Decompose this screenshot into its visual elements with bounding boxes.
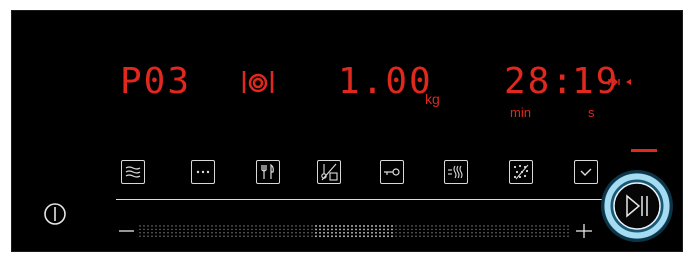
- drops-button[interactable]: [509, 160, 533, 184]
- confirm-button[interactable]: [574, 160, 598, 184]
- steam-waves-icon: [125, 166, 141, 178]
- descaling-icon: [448, 165, 463, 179]
- start-indicator: [631, 149, 657, 152]
- program-display: P03: [120, 61, 192, 102]
- descaling-button[interactable]: [444, 160, 468, 184]
- panel-divider: [116, 199, 606, 200]
- drops-icon: [513, 164, 529, 180]
- end-time-icon: [608, 73, 632, 92]
- slider-dots: [139, 225, 569, 238]
- temperature-weight-icon: [321, 163, 338, 181]
- start-pause-button[interactable]: [599, 168, 675, 244]
- plate-cutlery-icon: [241, 69, 275, 99]
- slider-max-mark: [576, 224, 592, 238]
- check-icon: [580, 168, 592, 176]
- power-icon: [44, 203, 66, 225]
- more-dots-icon: [196, 170, 210, 174]
- weight-unit: kg: [425, 91, 440, 107]
- seconds-unit: s: [588, 105, 595, 120]
- minutes-display: 28:: [504, 61, 576, 102]
- minutes-unit: min: [510, 105, 531, 120]
- temperature-weight-button[interactable]: [317, 160, 341, 184]
- child-lock-button[interactable]: [380, 160, 404, 184]
- play-pause-icon: [601, 170, 673, 242]
- touch-slider[interactable]: [118, 224, 598, 238]
- oven-control-panel: P03 1.00 kg 28: 19 min s: [11, 10, 683, 252]
- dishes-button[interactable]: [256, 160, 280, 184]
- cutlery-icon: [261, 164, 274, 179]
- weight-display: 1.00: [338, 61, 433, 102]
- more-button[interactable]: [191, 160, 215, 184]
- key-lock-icon: [384, 168, 400, 176]
- power-button[interactable]: [42, 201, 68, 227]
- steam-waves-button[interactable]: [121, 160, 145, 184]
